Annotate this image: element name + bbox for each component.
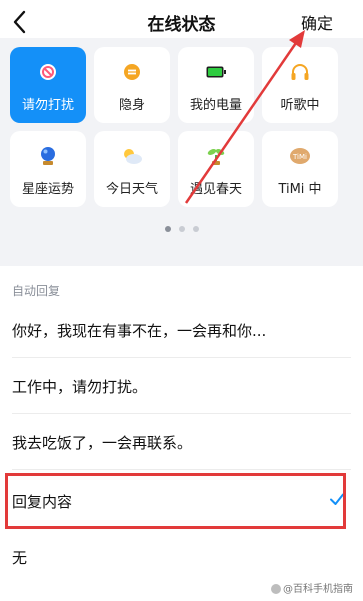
status-tile-battery[interactable]: 我的电量 bbox=[178, 47, 254, 123]
confirm-button[interactable]: 确定 bbox=[301, 10, 333, 34]
status-tile-label: TiMi 中 bbox=[278, 182, 322, 197]
status-tile-label: 请勿打扰 bbox=[21, 98, 74, 113]
auto-reply-option-text: 我去吃饭了，一会再联系。 bbox=[12, 434, 193, 452]
annotation-highlight-box bbox=[5, 473, 346, 529]
auto-reply-option-text: 无 bbox=[12, 549, 28, 567]
watermark-logo-icon bbox=[271, 584, 281, 594]
section-divider bbox=[0, 254, 363, 266]
invisible-icon bbox=[94, 61, 170, 83]
status-tile-label: 隐身 bbox=[118, 98, 145, 113]
auto-reply-option-text: 你好，我现在有事不在，一会再和你... bbox=[12, 322, 267, 340]
status-tile-weather[interactable]: 今日天气 bbox=[94, 131, 170, 207]
battery-icon bbox=[178, 61, 254, 83]
status-tile-label: 星座运势 bbox=[21, 182, 74, 197]
status-tile-label: 遇见春天 bbox=[189, 182, 242, 197]
status-tile-label: 今日天气 bbox=[105, 182, 158, 197]
status-grid: 请勿打扰 隐身 我的电量 听歌中 星座运势 今日天气 遇见春天 TiMi TiM… bbox=[0, 38, 363, 254]
status-tile-invisible[interactable]: 隐身 bbox=[94, 47, 170, 123]
status-tile-spring[interactable]: 遇见春天 bbox=[178, 131, 254, 207]
status-tile-listening[interactable]: 听歌中 bbox=[262, 47, 338, 123]
crystal-ball-icon bbox=[10, 145, 86, 167]
status-tile-timi[interactable]: TiMi TiMi 中 bbox=[262, 131, 338, 207]
auto-reply-option-text: 工作中，请勿打扰。 bbox=[12, 378, 148, 396]
auto-reply-option[interactable]: 无 bbox=[0, 529, 363, 585]
watermark-text: @百科手机指南 bbox=[283, 584, 353, 595]
auto-reply-section-label: 自动回复 bbox=[12, 284, 61, 298]
headphones-icon bbox=[262, 61, 338, 83]
timi-icon: TiMi bbox=[262, 145, 338, 167]
auto-reply-option[interactable]: 你好，我现在有事不在，一会再和你... bbox=[0, 302, 363, 358]
row-divider bbox=[12, 469, 351, 470]
watermark: @百科手机指南 bbox=[271, 580, 353, 595]
status-tile-label: 我的电量 bbox=[189, 98, 242, 113]
timi-logo-text: TiMi bbox=[292, 153, 307, 161]
status-tile-do-not-disturb[interactable]: 请勿打扰 bbox=[10, 47, 86, 123]
auto-reply-option[interactable]: 工作中，请勿打扰。 bbox=[0, 358, 363, 414]
page-indicator bbox=[0, 226, 363, 232]
page-dot bbox=[178, 226, 185, 232]
do-not-disturb-icon bbox=[10, 61, 86, 83]
auto-reply-option[interactable]: 我去吃饭了，一会再联系。 bbox=[0, 414, 363, 470]
sprout-icon bbox=[178, 145, 254, 167]
status-tile-label: 听歌中 bbox=[280, 98, 320, 113]
page-dot bbox=[164, 226, 171, 232]
page-dot bbox=[192, 226, 199, 232]
weather-icon bbox=[94, 145, 170, 167]
status-tile-horoscope[interactable]: 星座运势 bbox=[10, 131, 86, 207]
